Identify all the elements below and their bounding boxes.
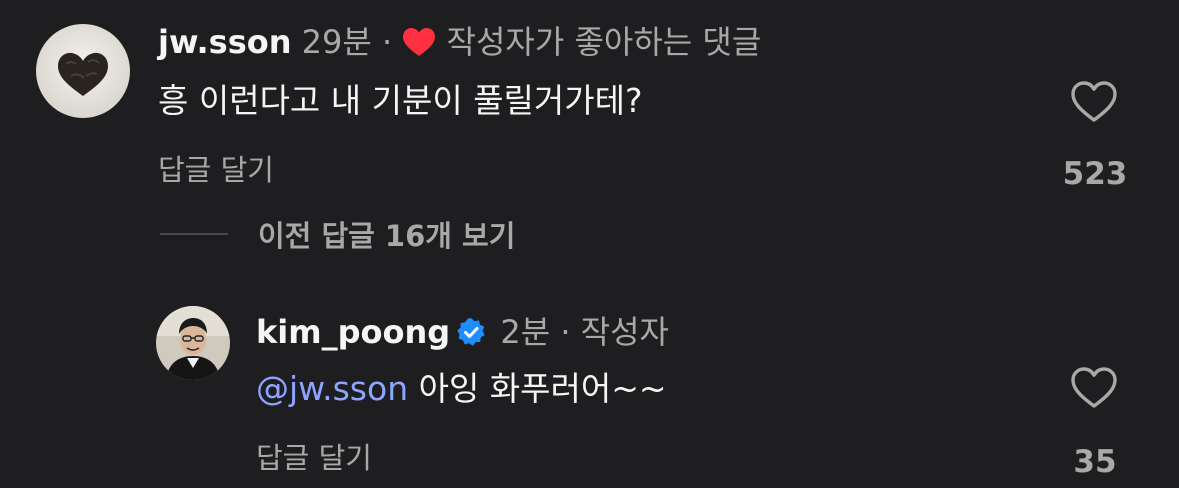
avatar-kim-poong[interactable] (156, 306, 230, 380)
comment-username[interactable]: jw.sson (158, 23, 292, 61)
like-count: 523 (1062, 156, 1128, 192)
comment-time: 29분 (301, 23, 372, 61)
reply-header: kim_poong 2분 · 작성자 (256, 312, 669, 356)
reply-username[interactable]: kim_poong (256, 313, 450, 351)
reply-text: 아잉 화푸러어~~ (408, 369, 667, 408)
separator-dot: · (560, 313, 571, 351)
heart-filled-icon (402, 26, 436, 66)
heart-outline-icon (1071, 367, 1117, 408)
like-button[interactable] (1070, 80, 1118, 124)
divider-line (160, 233, 228, 235)
comment-header: jw.sson 29분 · 작성자가 좋아하는 댓글 (158, 22, 761, 66)
reply-time: 2분 (500, 313, 551, 351)
reply-button[interactable]: 답글 달기 (158, 152, 274, 188)
separator-dot: · (382, 23, 393, 61)
comments-thread: jw.sson 29분 · 작성자가 좋아하는 댓글 흥 이런다고 내 기분이 … (0, 0, 1179, 488)
verified-badge-icon (456, 316, 486, 356)
person-photo-avatar (156, 306, 230, 380)
heart-chocolate-avatar (36, 24, 130, 118)
view-previous-replies-label: 이전 답글 16개 보기 (258, 219, 516, 253)
author-tag: 작성자 (580, 313, 669, 351)
like-button[interactable] (1070, 366, 1118, 410)
mention-link[interactable]: @jw.sson (256, 369, 408, 408)
reply-button[interactable]: 답글 달기 (256, 440, 372, 476)
comment-text: 흥 이런다고 내 기분이 풀릴거가테? (158, 81, 643, 120)
liked-by-author-label: 작성자가 좋아하는 댓글 (446, 23, 762, 61)
view-previous-replies-button[interactable]: 이전 답글 16개 보기 (160, 214, 515, 254)
heart-outline-icon (1071, 81, 1117, 122)
reply-text-line: @jw.sson 아잉 화푸러어~~ (256, 368, 667, 410)
like-count: 35 (1073, 444, 1117, 480)
avatar-jw-sson[interactable] (36, 24, 130, 118)
